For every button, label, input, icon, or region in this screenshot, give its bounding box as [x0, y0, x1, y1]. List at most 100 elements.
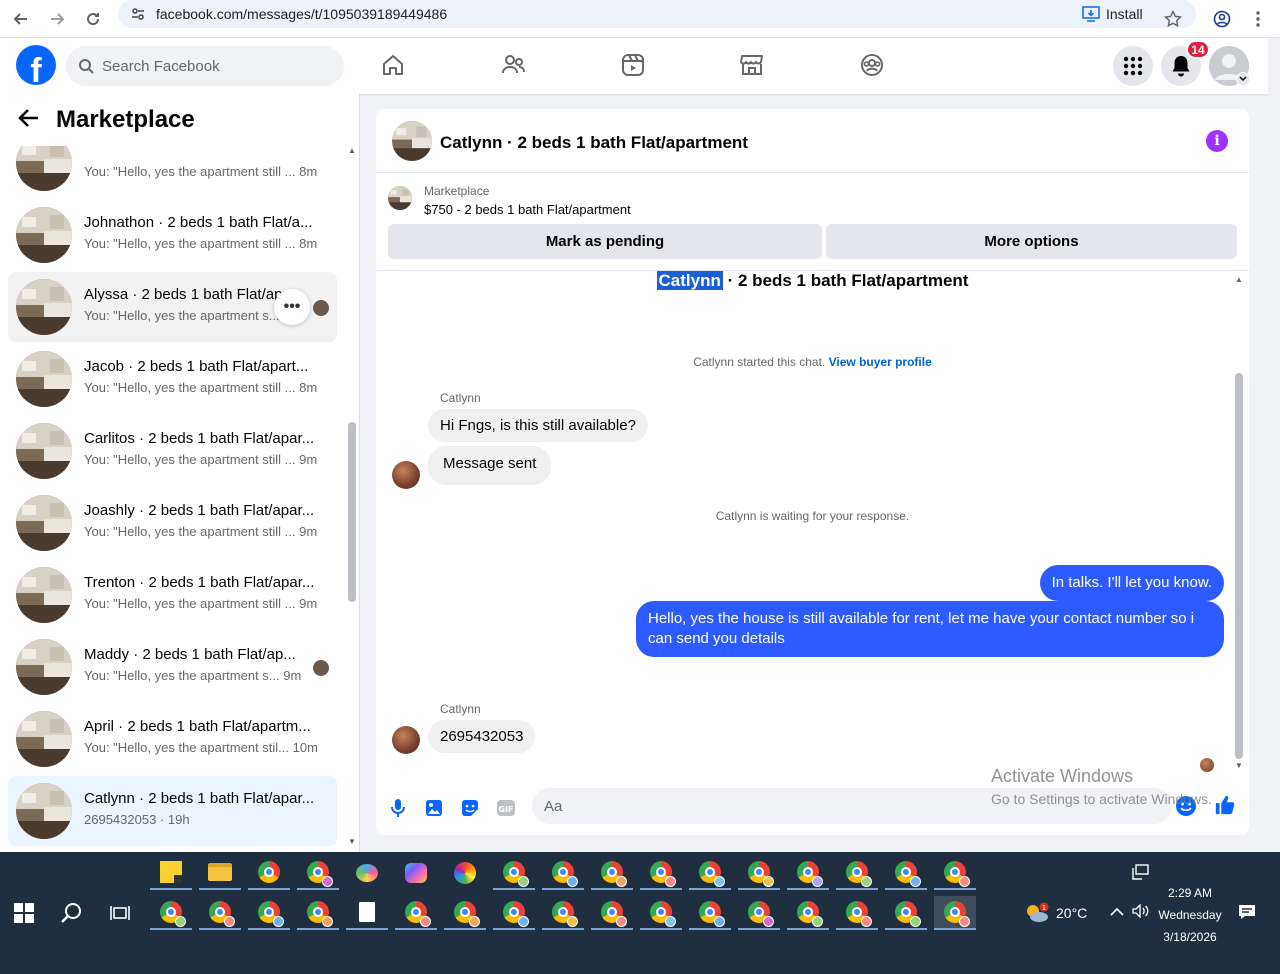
thumbs-up-icon[interactable]	[1214, 794, 1236, 816]
browser-menu-icon[interactable]	[1245, 6, 1271, 32]
more-options-button[interactable]: More options	[826, 224, 1237, 259]
show-hidden-icons-chevron-icon[interactable]	[1110, 904, 1124, 920]
profile-icon[interactable]	[1209, 6, 1235, 32]
chrome-taskbar-icon[interactable]	[738, 896, 780, 930]
bookmark-star-icon[interactable]	[1160, 6, 1186, 32]
scroll-down-arrow-icon[interactable]: ▼	[348, 837, 356, 846]
sticky-taskbar-icon[interactable]	[150, 856, 192, 890]
chat-scroll-down-icon[interactable]: ▼	[1235, 761, 1243, 770]
address-bar[interactable]: facebook.com/messages/t/1095039189449486…	[118, 0, 1196, 28]
conversation-item[interactable]: April · 2 beds 1 bath Flat/apartm... You:…	[8, 704, 337, 774]
photo-icon[interactable]	[423, 797, 445, 819]
network-icon[interactable]	[1132, 864, 1150, 885]
weather-widget[interactable]: 1 20°C	[1024, 902, 1087, 924]
home-icon[interactable]	[378, 50, 408, 80]
chrome-taskbar-icon[interactable]	[640, 896, 682, 930]
chrome-taskbar-icon[interactable]	[395, 896, 437, 930]
chrome-taskbar-icon[interactable]	[689, 856, 731, 890]
chrome-taskbar-icon[interactable]	[885, 896, 927, 930]
conversation-item[interactable]: Johnathon · 2 beds 1 bath Flat/a... You: …	[8, 200, 337, 270]
chat-scroll-up-icon[interactable]: ▲	[1235, 275, 1243, 284]
conversation-item[interactable]: Alyssa · 2 beds 1 bath Flat/ap You: "Hell…	[8, 272, 337, 342]
photos-taskbar-icon[interactable]	[444, 856, 486, 890]
chrome-taskbar-icon[interactable]	[934, 896, 976, 930]
conversation-item[interactable]: Trenton · 2 beds 1 bath Flat/apar... You:…	[8, 560, 337, 630]
chrome-taskbar-icon[interactable]	[836, 856, 878, 890]
chrome-taskbar-icon[interactable]	[738, 856, 780, 890]
chrome-taskbar-icon[interactable]	[836, 896, 878, 930]
chrome-taskbar-icon[interactable]	[591, 896, 633, 930]
url-text[interactable]: facebook.com/messages/t/1095039189449486	[156, 6, 447, 22]
microphone-icon[interactable]	[387, 797, 409, 819]
chrome-taskbar-icon[interactable]	[787, 896, 829, 930]
conversation-item[interactable]: Carlitos · 2 beds 1 bath Flat/apar... You…	[8, 416, 337, 486]
clock[interactable]: 2:29 AM Wednesday 3/18/2026	[1150, 882, 1230, 948]
chrome-taskbar-icon[interactable]	[493, 856, 535, 890]
conversation-list-scrollbar[interactable]	[348, 422, 356, 602]
chat-scrollbar[interactable]	[1235, 373, 1243, 759]
taskbar-search-icon[interactable]	[61, 902, 83, 929]
chrome-taskbar-icon[interactable]	[787, 856, 829, 890]
chrome-taskbar-icon[interactable]	[150, 896, 192, 930]
copilot-taskbar-icon[interactable]	[395, 856, 437, 890]
menu-grid-button[interactable]	[1113, 46, 1153, 86]
chrome-taskbar-icon[interactable]	[934, 856, 976, 890]
sender-avatar[interactable]	[392, 726, 420, 754]
install-button[interactable]: Install	[1082, 2, 1143, 26]
outgoing-message[interactable]: Hello, yes the house is still available …	[636, 601, 1224, 657]
chrome-taskbar-icon[interactable]	[542, 856, 584, 890]
chat-listing-avatar[interactable]	[392, 121, 432, 161]
chrome-taskbar-icon[interactable]	[689, 896, 731, 930]
site-settings-icon[interactable]	[130, 6, 146, 22]
view-buyer-profile-link[interactable]: View buyer profile	[829, 355, 932, 369]
sender-avatar[interactable]	[392, 461, 420, 489]
facebook-logo-icon[interactable]: f	[16, 45, 56, 85]
paint-taskbar-icon[interactable]	[346, 856, 388, 890]
conversation-item[interactable]: Maddy · 2 beds 1 bath Flat/ap... You: "He…	[8, 632, 337, 702]
more-options-dots-icon[interactable]: •••	[274, 289, 310, 325]
gif-icon[interactable]: GIF	[495, 797, 517, 819]
chrome-taskbar-icon[interactable]	[248, 896, 290, 930]
notification-center-icon[interactable]	[1238, 904, 1256, 925]
incoming-message[interactable]: Message sent	[428, 446, 552, 485]
search-facebook-input[interactable]: Search Facebook	[66, 46, 344, 86]
folder-taskbar-icon[interactable]	[199, 856, 241, 890]
forward-icon[interactable]	[44, 6, 70, 32]
sticker-icon[interactable]	[459, 797, 481, 819]
task-view-icon[interactable]	[110, 904, 130, 927]
chrome-taskbar-icon[interactable]	[297, 896, 339, 930]
chrome-taskbar-icon[interactable]	[591, 856, 633, 890]
chrome-taskbar-icon[interactable]	[297, 856, 339, 890]
mark-as-pending-button[interactable]: Mark as pending	[388, 224, 822, 259]
reload-icon[interactable]	[80, 6, 106, 32]
marketplace-icon[interactable]	[737, 50, 767, 80]
chrome-taskbar-icon[interactable]	[542, 896, 584, 930]
windows-start-icon[interactable]	[14, 903, 34, 928]
back-icon[interactable]	[8, 6, 34, 32]
chrome-taskbar-icon[interactable]	[640, 856, 682, 890]
conversation-item[interactable]: Catlynn · 2 beds 1 bath Flat/apar... 2695…	[8, 776, 337, 846]
chrome-taskbar-icon[interactable]	[199, 896, 241, 930]
chat-title[interactable]: Catlynn · 2 beds 1 bath Flat/apartment	[440, 133, 748, 153]
volume-icon[interactable]	[1132, 903, 1150, 923]
info-icon[interactable]: i	[1206, 130, 1228, 152]
chrome-taskbar-icon[interactable]	[493, 896, 535, 930]
friends-icon[interactable]	[498, 50, 528, 80]
page-scrollbar[interactable]	[1268, 38, 1280, 852]
listing-price[interactable]: $750 - 2 beds 1 bath Flat/apartment	[424, 202, 631, 217]
video-icon[interactable]	[618, 50, 648, 80]
groups-icon[interactable]	[857, 50, 887, 80]
chrome-taskbar-icon[interactable]	[248, 856, 290, 890]
scroll-up-arrow-icon[interactable]: ▲	[348, 146, 356, 155]
incoming-message[interactable]: Hi Fngs, is this still available?	[428, 409, 648, 442]
chrome-taskbar-icon[interactable]	[444, 896, 486, 930]
chrome-taskbar-icon[interactable]	[885, 856, 927, 890]
conversation-item[interactable]: Joashly · 2 beds 1 bath Flat/apar... You:…	[8, 488, 337, 558]
back-arrow-icon[interactable]	[18, 107, 40, 135]
listing-thumbnail[interactable]	[388, 186, 412, 210]
incoming-message[interactable]: 2695432053	[428, 720, 536, 753]
file-taskbar-icon[interactable]	[346, 896, 388, 930]
conversation-item[interactable]: Jacob · 2 beds 1 bath Flat/apart... You: …	[8, 344, 337, 414]
account-chevron-icon[interactable]	[1236, 72, 1250, 86]
outgoing-message[interactable]: In talks. I'll let you know.	[1039, 565, 1224, 601]
